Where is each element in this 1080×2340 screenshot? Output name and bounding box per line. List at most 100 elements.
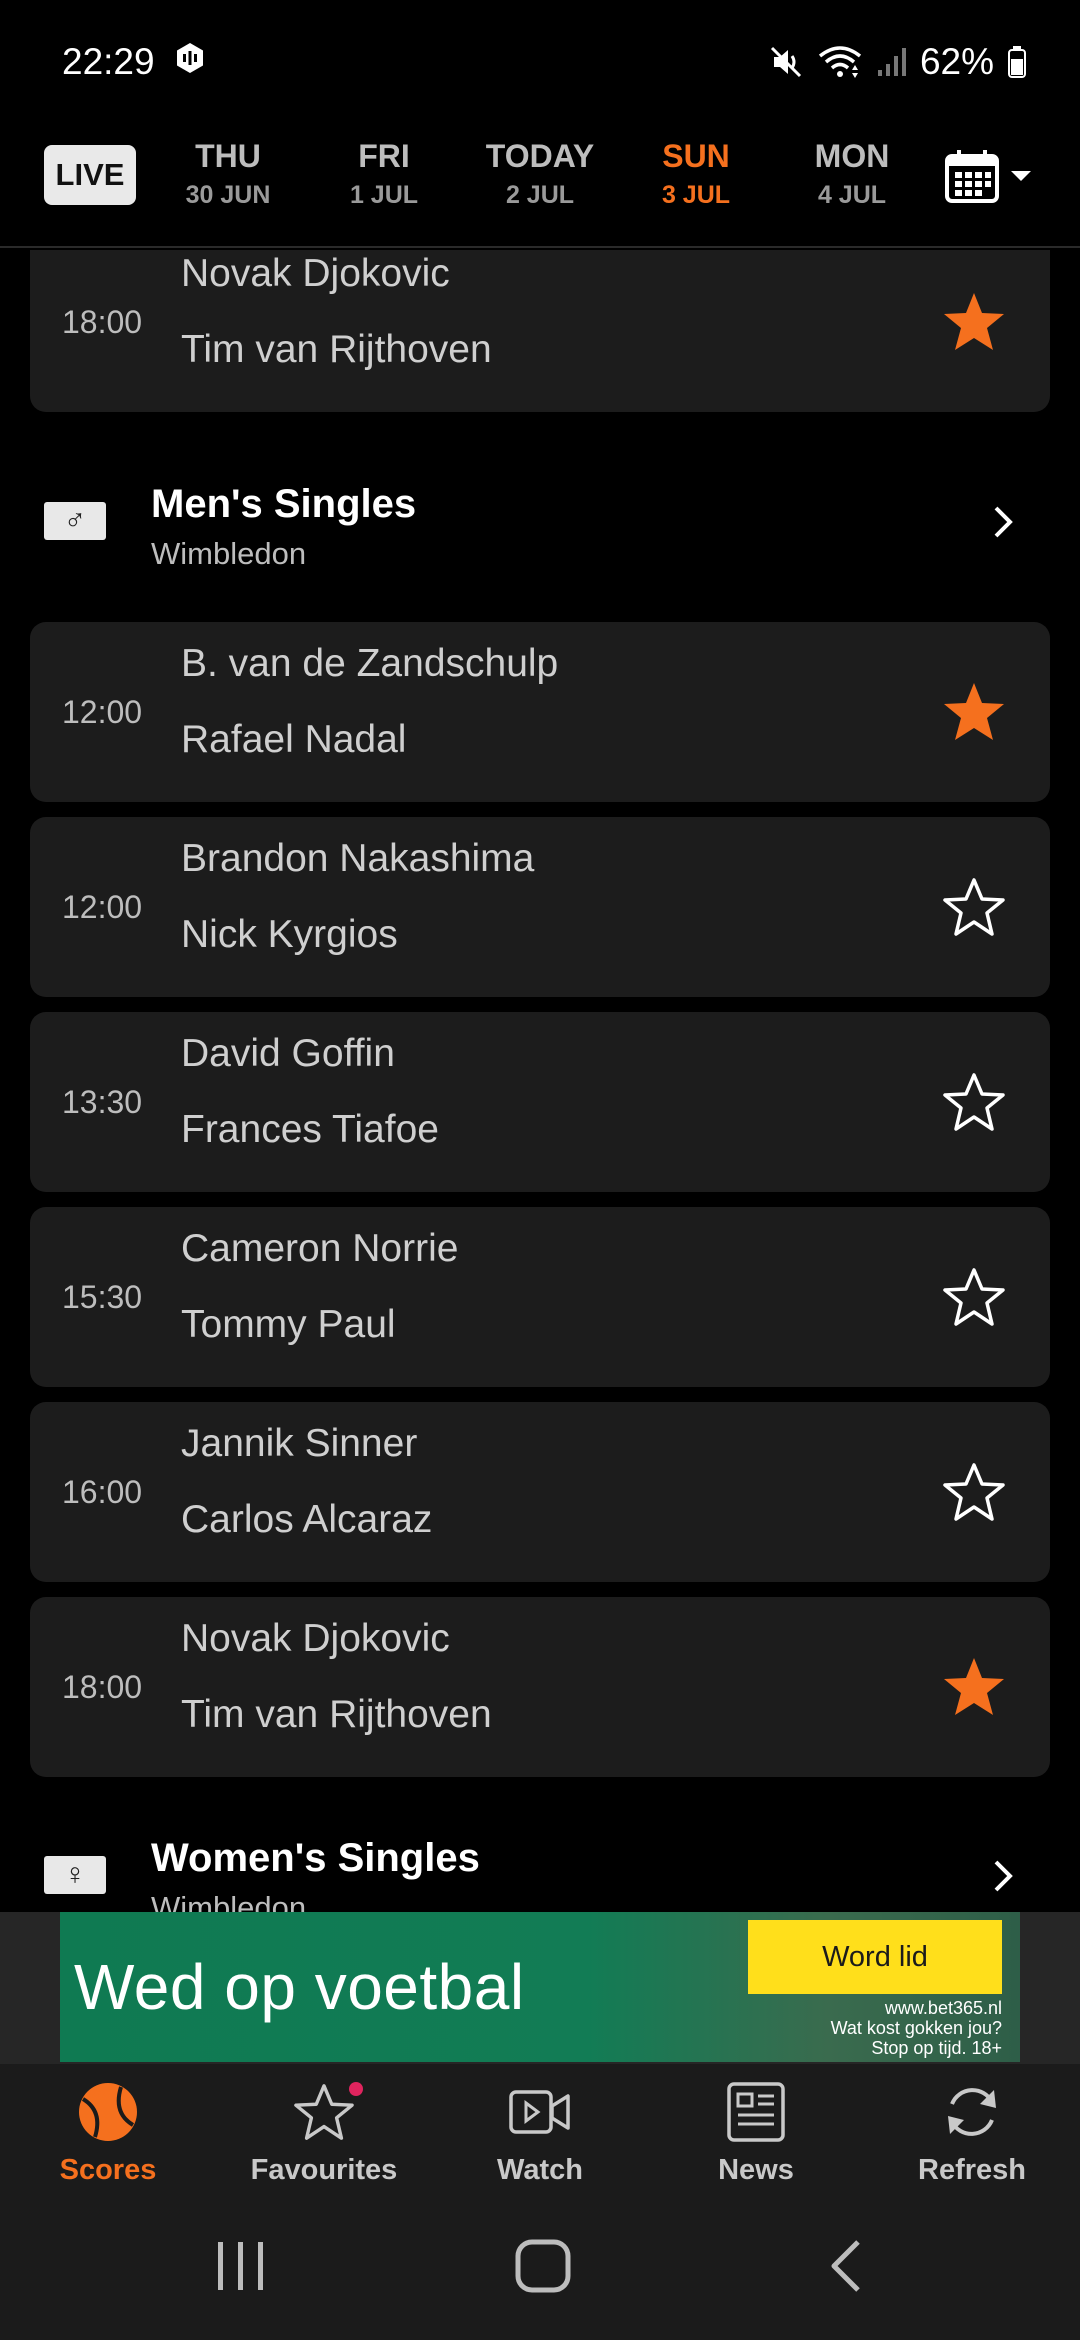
match-list: 18:00 Novak Djokovic Tim van Rijthoven ♂… <box>0 250 1080 1912</box>
player-1: Brandon Nakashima <box>181 837 535 880</box>
bottom-navigation: Scores Favourites Watch News Refresh <box>0 2064 1080 2206</box>
match-time: 15:30 <box>62 1278 143 1315</box>
nav-watch[interactable]: Watch <box>432 2064 648 2206</box>
player-1: David Goffin <box>181 1032 395 1075</box>
male-symbol-icon: ♂ <box>44 502 106 540</box>
match-card[interactable]: 12:00 Brandon Nakashima Nick Kyrgios <box>30 817 1050 997</box>
ad-banner: Wed op voetbal Word lid www.bet365.nl Wa… <box>0 1912 1080 2064</box>
back-icon[interactable] <box>826 2236 866 2296</box>
player-2: Frances Tiafoe <box>181 1108 439 1151</box>
player-1: Novak Djokovic <box>181 252 450 295</box>
day-tab-today[interactable]: TODAY 2 JUL <box>470 138 610 210</box>
nav-label: News <box>718 2154 794 2186</box>
day-date: 2 JUL <box>505 181 575 209</box>
match-time: 12:00 <box>62 693 143 730</box>
section-title: Men's Singles <box>151 482 417 526</box>
app-notification-icon <box>173 41 207 84</box>
nav-news[interactable]: News <box>648 2064 864 2206</box>
star-icon <box>294 2084 354 2140</box>
mute-icon <box>768 44 804 80</box>
chevron-right-icon <box>994 506 1013 538</box>
ad-cta-button[interactable]: Word lid <box>748 1920 1002 1994</box>
video-icon <box>509 2090 570 2134</box>
day-name: MON <box>814 138 890 174</box>
player-2: Carlos Alcaraz <box>181 1498 433 1541</box>
battery-percent: 62% <box>919 41 994 82</box>
player-1: Jannik Sinner <box>181 1422 418 1465</box>
match-time: 13:30 <box>62 1083 143 1120</box>
calendar-picker-button[interactable] <box>944 148 1032 209</box>
match-card[interactable]: 18:00 Novak Djokovic Tim van Rijthoven <box>30 250 1050 412</box>
day-name: THU <box>195 138 261 174</box>
dropdown-arrow-icon <box>1010 169 1032 188</box>
wifi-icon <box>818 44 862 80</box>
section-header-mens-singles[interactable]: ♂ Men's Singles Wimbledon <box>0 468 1080 578</box>
nav-label: Scores <box>59 2154 157 2186</box>
day-date: 3 JUL <box>661 181 731 209</box>
ad-url: www.bet365.nl <box>884 1998 1002 2018</box>
ad-disclaimer-line: Wat kost gokken jou? <box>830 2018 1002 2038</box>
player-2: Tommy Paul <box>181 1303 396 1346</box>
favourite-star-filled-icon[interactable] <box>942 680 1006 744</box>
tennis-ball-icon <box>79 2083 137 2141</box>
ad-disclaimer-line: Stop op tijd. 18+ <box>871 2038 1002 2058</box>
nav-refresh[interactable]: Refresh <box>864 2064 1080 2206</box>
section-header-womens-singles[interactable]: ♀ Women's Singles Wimbledon <box>0 1822 1080 1912</box>
player-1: Novak Djokovic <box>181 1617 450 1660</box>
battery-icon <box>1008 46 1026 78</box>
match-time: 16:00 <box>62 1473 143 1510</box>
date-selector-bar: LIVE THU 30 JUN FRI 1 JUL TODAY 2 JUL SU… <box>0 124 1080 248</box>
nav-favourites[interactable]: Favourites <box>216 2064 432 2206</box>
match-card[interactable]: 15:30 Cameron Norrie Tommy Paul <box>30 1207 1050 1387</box>
chevron-right-icon <box>994 1860 1013 1892</box>
nav-label: Favourites <box>250 2154 398 2186</box>
clock: 22:29 <box>62 41 155 82</box>
favourite-star-outline-icon[interactable] <box>942 1460 1006 1524</box>
notification-dot <box>349 2082 363 2096</box>
day-tab-sun[interactable]: SUN 3 JUL <box>626 138 766 210</box>
section-subtitle: Wimbledon <box>151 536 307 571</box>
nav-label: Watch <box>497 2154 583 2186</box>
match-time: 18:00 <box>62 303 143 340</box>
match-card[interactable]: 18:00 Novak Djokovic Tim van Rijthoven <box>30 1597 1050 1777</box>
nav-scores[interactable]: Scores <box>0 2064 216 2206</box>
status-bar: 22:29 62% <box>0 0 1080 124</box>
match-card[interactable]: 12:00 B. van de Zandschulp Rafael Nadal <box>30 622 1050 802</box>
favourite-star-outline-icon[interactable] <box>942 1070 1006 1134</box>
system-navigation-bar <box>0 2206 1080 2340</box>
recent-apps-icon[interactable] <box>214 2236 268 2296</box>
day-date: 30 JUN <box>185 181 271 209</box>
day-name: SUN <box>662 138 730 174</box>
match-card[interactable]: 16:00 Jannik Sinner Carlos Alcaraz <box>30 1402 1050 1582</box>
section-subtitle: Wimbledon <box>151 1890 307 1912</box>
calendar-icon <box>944 148 1000 209</box>
player-2: Rafael Nadal <box>181 718 407 761</box>
live-button[interactable]: LIVE <box>44 145 136 205</box>
day-date: 1 JUL <box>349 181 419 209</box>
favourite-star-outline-icon[interactable] <box>942 875 1006 939</box>
day-tab-thu[interactable]: THU 30 JUN <box>158 138 298 210</box>
refresh-icon <box>948 2088 996 2136</box>
day-tab-fri[interactable]: FRI 1 JUL <box>314 138 454 210</box>
player-2: Tim van Rijthoven <box>181 1693 492 1736</box>
day-name: TODAY <box>485 138 595 174</box>
player-2: Nick Kyrgios <box>181 913 398 956</box>
section-title: Women's Singles <box>151 1836 480 1880</box>
female-symbol-icon: ♀ <box>44 1856 106 1894</box>
player-1: B. van de Zandschulp <box>181 642 559 685</box>
day-tab-mon[interactable]: MON 4 JUL <box>782 138 922 210</box>
ad-creative[interactable]: Wed op voetbal Word lid www.bet365.nl Wa… <box>60 1912 1020 2062</box>
ad-headline: Wed op voetbal <box>74 1951 525 2023</box>
nav-label: Refresh <box>918 2154 1026 2186</box>
player-1: Cameron Norrie <box>181 1227 459 1270</box>
match-card[interactable]: 13:30 David Goffin Frances Tiafoe <box>30 1012 1050 1192</box>
home-icon[interactable] <box>514 2236 572 2296</box>
match-time: 18:00 <box>62 1668 143 1705</box>
favourite-star-filled-icon[interactable] <box>942 290 1006 354</box>
newspaper-icon <box>727 2082 785 2142</box>
favourite-star-outline-icon[interactable] <box>942 1265 1006 1329</box>
match-time: 12:00 <box>62 888 143 925</box>
favourite-star-filled-icon[interactable] <box>942 1655 1006 1719</box>
day-name: FRI <box>358 138 410 174</box>
signal-icon <box>876 46 906 78</box>
